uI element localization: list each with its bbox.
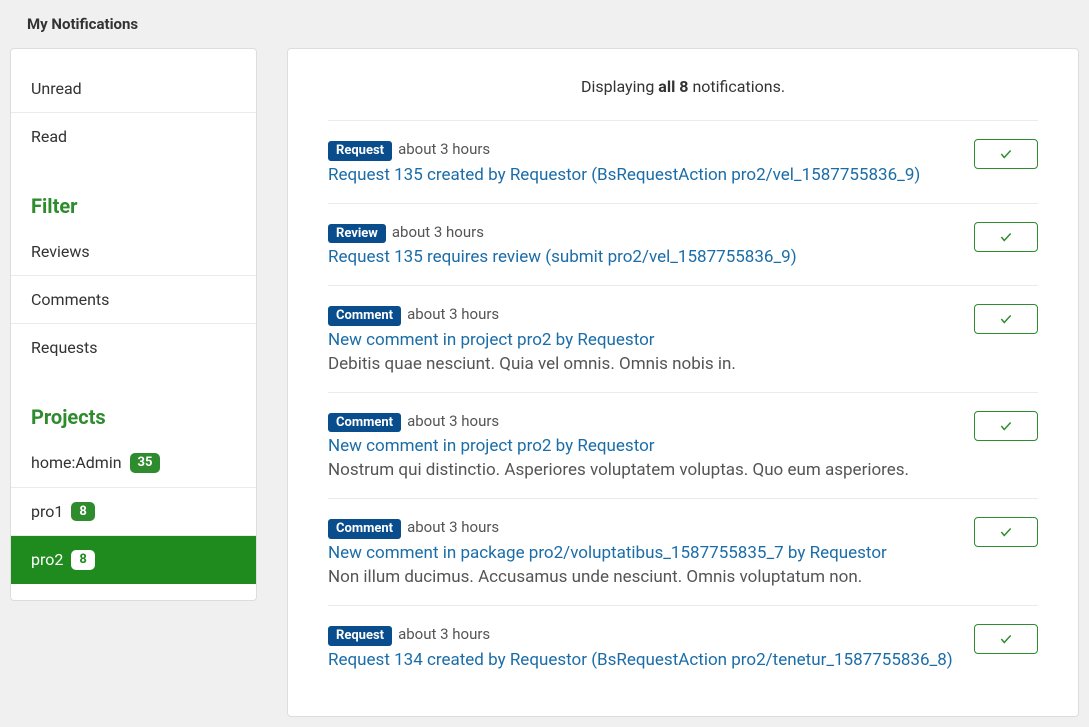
main-content: Displaying all 8 notifications. Request a… [287, 48, 1079, 717]
notification-body: Request about 3 hours Request 135 created … [328, 139, 958, 185]
notification-body: Request about 3 hours Request 134 created … [328, 624, 958, 670]
sidebar-item-label: Read [31, 127, 67, 146]
notification-row: Comment about 3 hours New comment in proje… [328, 392, 1038, 499]
notification-title-link[interactable]: Request 135 requires review (submit pro2… [328, 247, 958, 267]
check-icon [999, 147, 1013, 161]
sidebar-item-project[interactable]: home:Admin 35 [11, 439, 256, 488]
check-icon [999, 312, 1013, 326]
sidebar-item-label: Requests [31, 338, 98, 357]
notification-meta: Comment about 3 hours [328, 517, 958, 539]
type-badge: Comment [328, 413, 401, 433]
notification-time: about 3 hours [392, 223, 484, 241]
filter-list: Reviews Comments Requests [11, 228, 256, 387]
notification-meta: Request about 3 hours [328, 624, 958, 646]
notification-body: Comment about 3 hours New comment in proje… [328, 304, 958, 374]
type-badge: Comment [328, 306, 401, 326]
display-bold: all 8 [658, 77, 688, 96]
page-title: My Notifications [0, 0, 1089, 48]
notification-title-link[interactable]: New comment in project pro2 by Requestor [328, 436, 958, 456]
count-badge: 8 [71, 502, 94, 522]
check-icon [999, 419, 1013, 433]
check-icon [999, 632, 1013, 646]
notification-row: Comment about 3 hours New comment in packa… [328, 498, 1038, 605]
filter-heading: Filter [11, 176, 256, 228]
notification-time: about 3 hours [398, 140, 490, 158]
mark-read-button[interactable] [974, 304, 1038, 334]
sidebar-card: Unread Read Filter Reviews Comments Request… [10, 48, 257, 601]
count-badge: 35 [130, 453, 161, 473]
sidebar-item-filter[interactable]: Requests [11, 324, 256, 371]
mark-read-button[interactable] [974, 411, 1038, 441]
type-badge: Request [328, 141, 392, 161]
sidebar-item-label: home:Admin [31, 453, 122, 472]
sidebar-item-project[interactable]: pro1 8 [11, 488, 256, 537]
notification-body: Comment about 3 hours New comment in packa… [328, 517, 958, 587]
notification-meta: Comment about 3 hours [328, 411, 958, 433]
sidebar-item-project[interactable]: pro2 8 [11, 536, 256, 584]
check-icon [999, 230, 1013, 244]
notification-title-link[interactable]: New comment in project pro2 by Requestor [328, 330, 958, 350]
display-suffix: notifications. [688, 77, 785, 96]
status-filter-list: Unread Read [11, 49, 256, 176]
notifications-card: Displaying all 8 notifications. Request a… [287, 48, 1079, 717]
mark-read-button[interactable] [974, 517, 1038, 547]
notification-actions [974, 222, 1038, 268]
notification-body: Review about 3 hours Request 135 requires … [328, 222, 958, 268]
mark-read-button[interactable] [974, 624, 1038, 654]
notification-title-link[interactable]: Request 135 created by Requestor (BsRequ… [328, 165, 958, 185]
notification-title-link[interactable]: Request 134 created by Requestor (BsRequ… [328, 650, 958, 670]
notification-actions [974, 517, 1038, 587]
notification-time: about 3 hours [398, 625, 490, 643]
notification-row: Request about 3 hours Request 134 created … [328, 605, 1038, 688]
type-badge: Comment [328, 519, 401, 539]
sidebar-item-status[interactable]: Unread [11, 65, 256, 113]
display-count: Displaying all 8 notifications. [328, 77, 1038, 96]
notification-time: about 3 hours [407, 305, 499, 323]
display-prefix: Displaying [581, 77, 658, 96]
notification-description: Debitis quae nesciunt. Quia vel omnis. O… [328, 354, 958, 374]
sidebar-item-label: Comments [31, 290, 109, 309]
notification-time: about 3 hours [407, 412, 499, 430]
sidebar-item-status[interactable]: Read [11, 113, 256, 160]
sidebar-item-filter[interactable]: Comments [11, 276, 256, 324]
sidebar-item-label: Unread [31, 79, 82, 98]
notification-row: Review about 3 hours Request 135 requires … [328, 203, 1038, 286]
notification-title-link[interactable]: New comment in package pro2/voluptatibus… [328, 543, 958, 563]
sidebar-item-label: pro1 [31, 502, 63, 521]
notification-body: Comment about 3 hours New comment in proje… [328, 411, 958, 481]
notification-description: Non illum ducimus. Accusamus unde nesciu… [328, 567, 958, 587]
notification-meta: Comment about 3 hours [328, 304, 958, 326]
notification-actions [974, 304, 1038, 374]
project-list: home:Admin 35 pro1 8 pro2 8 [11, 439, 256, 600]
notification-list: Request about 3 hours Request 135 created … [328, 120, 1038, 688]
type-badge: Request [328, 626, 392, 646]
projects-heading: Projects [11, 387, 256, 439]
notification-actions [974, 139, 1038, 185]
notification-meta: Review about 3 hours [328, 222, 958, 244]
notification-row: Comment about 3 hours New comment in proje… [328, 285, 1038, 392]
sidebar-item-label: pro2 [31, 550, 63, 569]
sidebar: Unread Read Filter Reviews Comments Request… [10, 48, 257, 717]
mark-read-button[interactable] [974, 222, 1038, 252]
type-badge: Review [328, 224, 386, 244]
notification-description: Nostrum qui distinctio. Asperiores volup… [328, 460, 958, 480]
notification-actions [974, 624, 1038, 670]
sidebar-item-filter[interactable]: Reviews [11, 228, 256, 276]
count-badge: 8 [71, 550, 94, 570]
notification-row: Request about 3 hours Request 135 created … [328, 120, 1038, 203]
sidebar-item-label: Reviews [31, 242, 90, 261]
check-icon [999, 525, 1013, 539]
notification-time: about 3 hours [407, 518, 499, 536]
notification-actions [974, 411, 1038, 481]
notification-meta: Request about 3 hours [328, 139, 958, 161]
mark-read-button[interactable] [974, 139, 1038, 169]
